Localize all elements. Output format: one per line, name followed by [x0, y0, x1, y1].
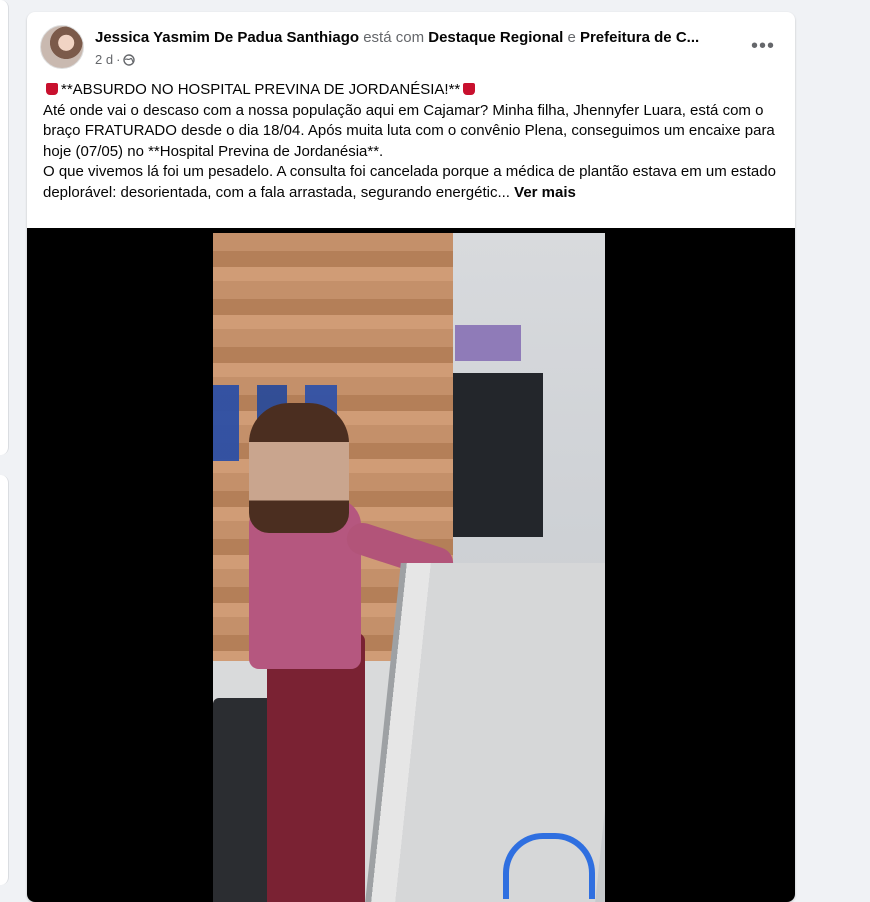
- post-header: Jessica Yasmim De Padua Santhiago está c…: [27, 12, 795, 82]
- left-panel-edge: [0, 0, 9, 455]
- tagged-page-1[interactable]: Destaque Regional: [428, 29, 563, 46]
- post-title-line: Jessica Yasmim De Padua Santhiago está c…: [95, 29, 745, 46]
- blurred-sign: [455, 325, 521, 361]
- author-name[interactable]: Jessica Yasmim De Padua Santhiago: [95, 29, 359, 46]
- with-text: está com: [363, 29, 425, 46]
- left-panel-edge-lower: [0, 475, 9, 885]
- more-horizontal-icon: •••: [750, 34, 775, 57]
- post-video[interactable]: [27, 228, 795, 902]
- see-more-link[interactable]: Ver mais: [514, 184, 576, 201]
- post-meta: 2 d ·: [95, 52, 136, 67]
- blue-object: [503, 833, 595, 899]
- post-paragraph-2-line: O que vivemos lá foi um pesadelo. A cons…: [43, 162, 783, 203]
- red-flag-icon: [46, 83, 58, 95]
- post-paragraph-1: Até onde vai o descaso com a nossa popul…: [43, 101, 775, 160]
- feed-post: Jessica Yasmim De Padua Santhiago está c…: [27, 12, 795, 902]
- post-body: **ABSURDO NO HOSPITAL PREVINA DE JORDANÉ…: [43, 80, 783, 203]
- post-time[interactable]: 2 d: [95, 52, 113, 67]
- post-headline: **ABSURDO NO HOSPITAL PREVINA DE JORDANÉ…: [61, 81, 461, 98]
- globe-icon: [123, 53, 136, 66]
- post-paragraph-2: O que vivemos lá foi um pesadelo. A cons…: [43, 163, 776, 201]
- chair: [213, 698, 273, 902]
- more-options-button[interactable]: •••: [745, 32, 781, 60]
- meta-separator: ·: [116, 52, 121, 67]
- video-frame: [213, 233, 605, 902]
- blurred-screen: [453, 373, 543, 537]
- tagged-page-2[interactable]: Prefeitura de C...: [580, 29, 699, 46]
- author-avatar[interactable]: [40, 25, 84, 69]
- red-flag-icon: [463, 83, 476, 95]
- post-headline-line: **ABSURDO NO HOSPITAL PREVINA DE JORDANÉ…: [43, 80, 783, 101]
- and-text: e: [567, 29, 576, 46]
- blurred-face: [249, 403, 349, 533]
- person-legs: [267, 633, 365, 902]
